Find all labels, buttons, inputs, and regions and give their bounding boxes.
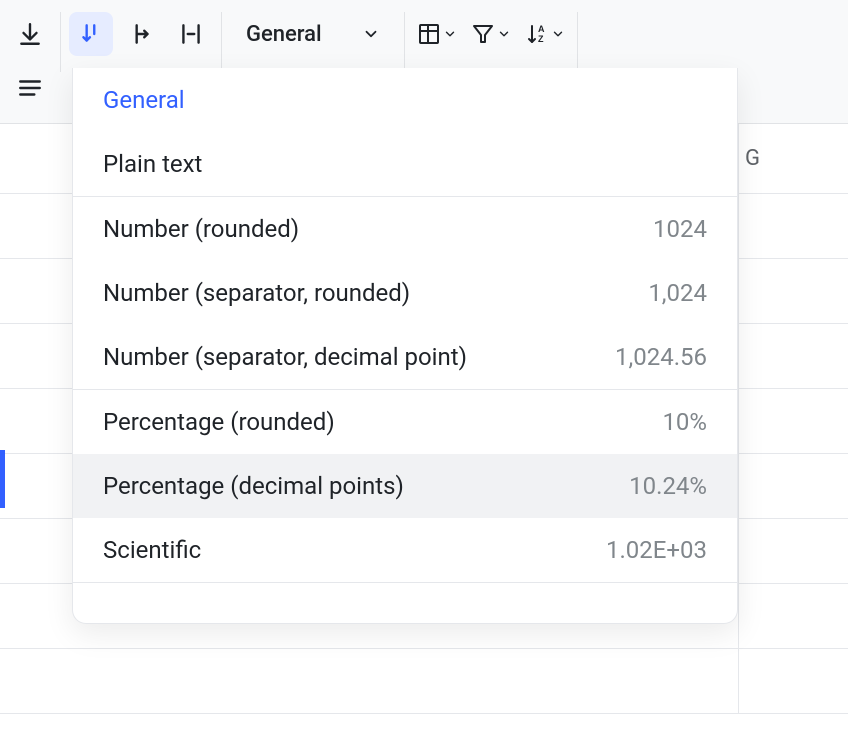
text-spacing-button[interactable]: [169, 12, 213, 56]
cell[interactable]: [738, 584, 848, 648]
format-option-number-separator-rounded[interactable]: Number (separator, rounded) 1,024: [73, 261, 737, 325]
chevron-down-icon: [443, 27, 457, 41]
chevron-down-icon: [551, 27, 565, 41]
format-option-label: Percentage (rounded): [103, 408, 335, 436]
format-option-label: Number (separator, decimal point): [103, 343, 467, 371]
format-option-plain-text[interactable]: Plain text: [73, 132, 737, 196]
format-option-example: 1,024: [648, 279, 707, 307]
sort-dropdown[interactable]: AZ: [521, 12, 569, 56]
cell[interactable]: [738, 194, 848, 258]
filter-icon: [471, 22, 495, 46]
format-option-label: Number (rounded): [103, 215, 299, 243]
text-spacing-icon: [178, 21, 204, 47]
format-option-percentage-decimal[interactable]: Percentage (decimal points) 10.24%: [73, 454, 737, 518]
format-option-label: Scientific: [103, 536, 201, 564]
format-option-example: 1.02E+03: [606, 536, 707, 564]
format-option-example: 10%: [662, 408, 707, 436]
format-option-scientific[interactable]: Scientific 1.02E+03: [73, 518, 737, 582]
format-option-number-separator-decimal[interactable]: Number (separator, decimal point) 1,024.…: [73, 325, 737, 389]
download-button[interactable]: [8, 12, 52, 56]
column-header-g[interactable]: G: [738, 124, 848, 193]
list-icon: [17, 75, 43, 101]
table-style-dropdown[interactable]: [413, 12, 461, 56]
cell[interactable]: [738, 259, 848, 323]
number-format-label: General: [246, 22, 322, 47]
format-option-example: 1,024.56: [615, 343, 707, 371]
format-option-general[interactable]: General: [73, 68, 737, 132]
svg-text:Z: Z: [538, 34, 544, 44]
text-direction-ltr-button[interactable]: [69, 12, 113, 56]
format-option-label: Plain text: [103, 150, 202, 178]
direction-group: [61, 0, 221, 66]
format-option-example: 1024: [653, 215, 707, 243]
text-direction-rtl-button[interactable]: [119, 12, 163, 56]
cell[interactable]: [738, 649, 848, 713]
format-option-percentage-rounded[interactable]: Percentage (rounded) 10%: [73, 390, 737, 454]
selection-indicator: [0, 450, 5, 508]
cell[interactable]: [738, 519, 848, 583]
cell[interactable]: [738, 454, 848, 518]
cell[interactable]: [738, 324, 848, 388]
download-icon: [17, 21, 43, 47]
sort-az-icon: AZ: [525, 22, 549, 46]
format-option-number-rounded[interactable]: Number (rounded) 1024: [73, 197, 737, 261]
format-option-label: Number (separator, rounded): [103, 279, 410, 307]
text-direction-right-icon: [128, 21, 154, 47]
table-icon: [417, 22, 441, 46]
list-button[interactable]: [8, 66, 52, 110]
format-option-example: 10.24%: [629, 472, 707, 500]
format-group: General: [222, 0, 404, 66]
text-direction-down-icon: [78, 21, 104, 47]
format-option-label: General: [103, 86, 185, 114]
format-option-label: Percentage (decimal points): [103, 472, 404, 500]
chevron-down-icon: [497, 27, 511, 41]
cell[interactable]: [738, 389, 848, 453]
file-group: [0, 0, 60, 120]
svg-text:A: A: [538, 24, 545, 34]
filter-dropdown[interactable]: [467, 12, 515, 56]
chevron-down-icon: [362, 25, 380, 43]
number-format-dropdown[interactable]: General: [230, 12, 396, 56]
number-format-menu: General Plain text Number (rounded) 1024…: [72, 68, 738, 624]
